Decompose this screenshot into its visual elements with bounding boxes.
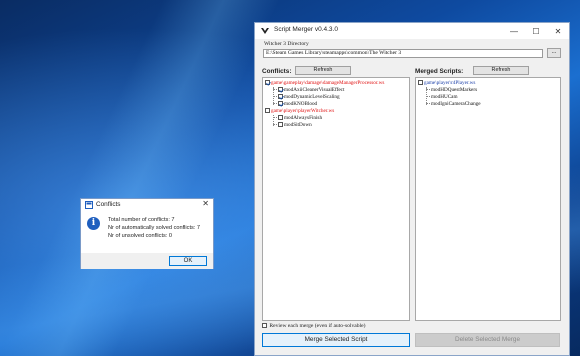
browse-button[interactable]: ...	[547, 48, 561, 58]
tree-checkbox[interactable]	[278, 101, 283, 107]
info-icon: i	[87, 217, 100, 230]
tree-checkbox[interactable]	[265, 108, 270, 114]
dialog-close-button[interactable]: ✕	[202, 199, 209, 208]
directory-label: Witcher 3 Directory	[264, 41, 309, 47]
tree-node-mod[interactable]: modSitDown	[265, 122, 384, 129]
tree-checkbox[interactable]	[265, 80, 270, 86]
merged-tree-panel[interactable]: game\player\r4Player.ws modHDQuestMarker…	[415, 77, 561, 321]
tree-branch	[273, 89, 277, 91]
conflicts-refresh-button[interactable]: Refresh	[295, 66, 351, 75]
tree-branch	[273, 117, 277, 119]
tree-node-file[interactable]: game\gameplay\damage\damageManagerProces…	[265, 80, 384, 87]
tree-node-mod[interactable]: modHDQuestMarkers	[418, 87, 481, 94]
tree-checkbox[interactable]	[418, 80, 423, 86]
maximize-button[interactable]: ☐	[525, 23, 547, 39]
merge-selected-script-button[interactable]: Merge Selected Script	[262, 333, 410, 347]
tree-branch	[426, 103, 430, 105]
review-checkbox-box[interactable]	[262, 323, 267, 329]
close-button[interactable]: ✕	[547, 23, 569, 39]
tree-branch	[273, 103, 277, 105]
dialog-app-icon	[85, 201, 93, 209]
dialog-title-bar[interactable]: Conflicts ✕	[81, 199, 213, 212]
review-checkbox-label: Review each merge (even if auto-solvable…	[269, 323, 366, 329]
tree-checkbox[interactable]	[278, 94, 283, 100]
tree-node-mod[interactable]: modDynamicLevelScaling	[265, 94, 384, 101]
dialog-message-auto-solved: Nr of automatically solved conflicts: 7	[108, 225, 201, 231]
conflicts-dialog: Conflicts ✕ i Total number of conflicts:…	[80, 198, 214, 269]
tree-node-mod[interactable]: modHUCam	[418, 94, 481, 101]
minimize-button[interactable]: —	[503, 23, 525, 39]
merged-refresh-button[interactable]: Refresh	[473, 66, 529, 75]
script-merger-window: Script Merger v0.4.3.0 — ☐ ✕ Witcher 3 D…	[254, 22, 570, 356]
conflicts-label: Conflicts:	[262, 68, 292, 75]
tree-checkbox[interactable]	[278, 87, 283, 93]
tree-branch	[426, 96, 430, 98]
ok-button[interactable]: OK	[169, 256, 207, 266]
conflicts-tree-panel[interactable]: game\gameplay\damage\damageManagerProces…	[262, 77, 410, 321]
conflicts-tree: game\gameplay\damage\damageManagerProces…	[265, 80, 384, 129]
review-each-merge-checkbox[interactable]: Review each merge (even if auto-solvable…	[262, 323, 365, 329]
directory-input[interactable]: E:\Steam Games Library\steamapps\common\…	[263, 49, 543, 58]
tree-branch	[426, 89, 430, 91]
dialog-message-total: Total number of conflicts: 7	[108, 217, 175, 223]
title-bar[interactable]: Script Merger v0.4.3.0 — ☐ ✕	[255, 23, 569, 39]
window-title: Script Merger v0.4.3.0	[274, 26, 338, 33]
merged-tree: game\player\r4Player.ws modHDQuestMarker…	[418, 80, 481, 108]
tree-node-mod[interactable]: modIgniCameraChange	[418, 101, 481, 108]
tree-node-mod[interactable]: modAlwaysFinish	[265, 115, 384, 122]
delete-selected-merge-button[interactable]: Delete Selected Merge	[415, 333, 560, 347]
dialog-footer: OK	[81, 253, 213, 269]
merged-scripts-label: Merged Scripts:	[415, 68, 464, 75]
tree-node-file[interactable]: game\player\r4Player.ws	[418, 80, 481, 87]
tree-node-mod[interactable]: modAxiiCleanerVisualEffect	[265, 87, 384, 94]
tree-node-mod[interactable]: modKNOBlood	[265, 101, 384, 108]
tree-checkbox[interactable]	[278, 115, 283, 121]
tree-node-file[interactable]: game\player\playerWitcher.ws	[265, 108, 384, 115]
tree-checkbox[interactable]	[278, 122, 283, 128]
tree-branch	[273, 96, 277, 98]
dialog-message-unsolved: Nr of unsolved conflicts: 0	[108, 233, 173, 239]
dialog-body: i Total number of conflicts: 7 Nr of aut…	[81, 212, 213, 253]
dialog-title: Conflicts	[96, 201, 121, 208]
app-icon	[261, 28, 269, 34]
tree-branch	[273, 124, 277, 126]
